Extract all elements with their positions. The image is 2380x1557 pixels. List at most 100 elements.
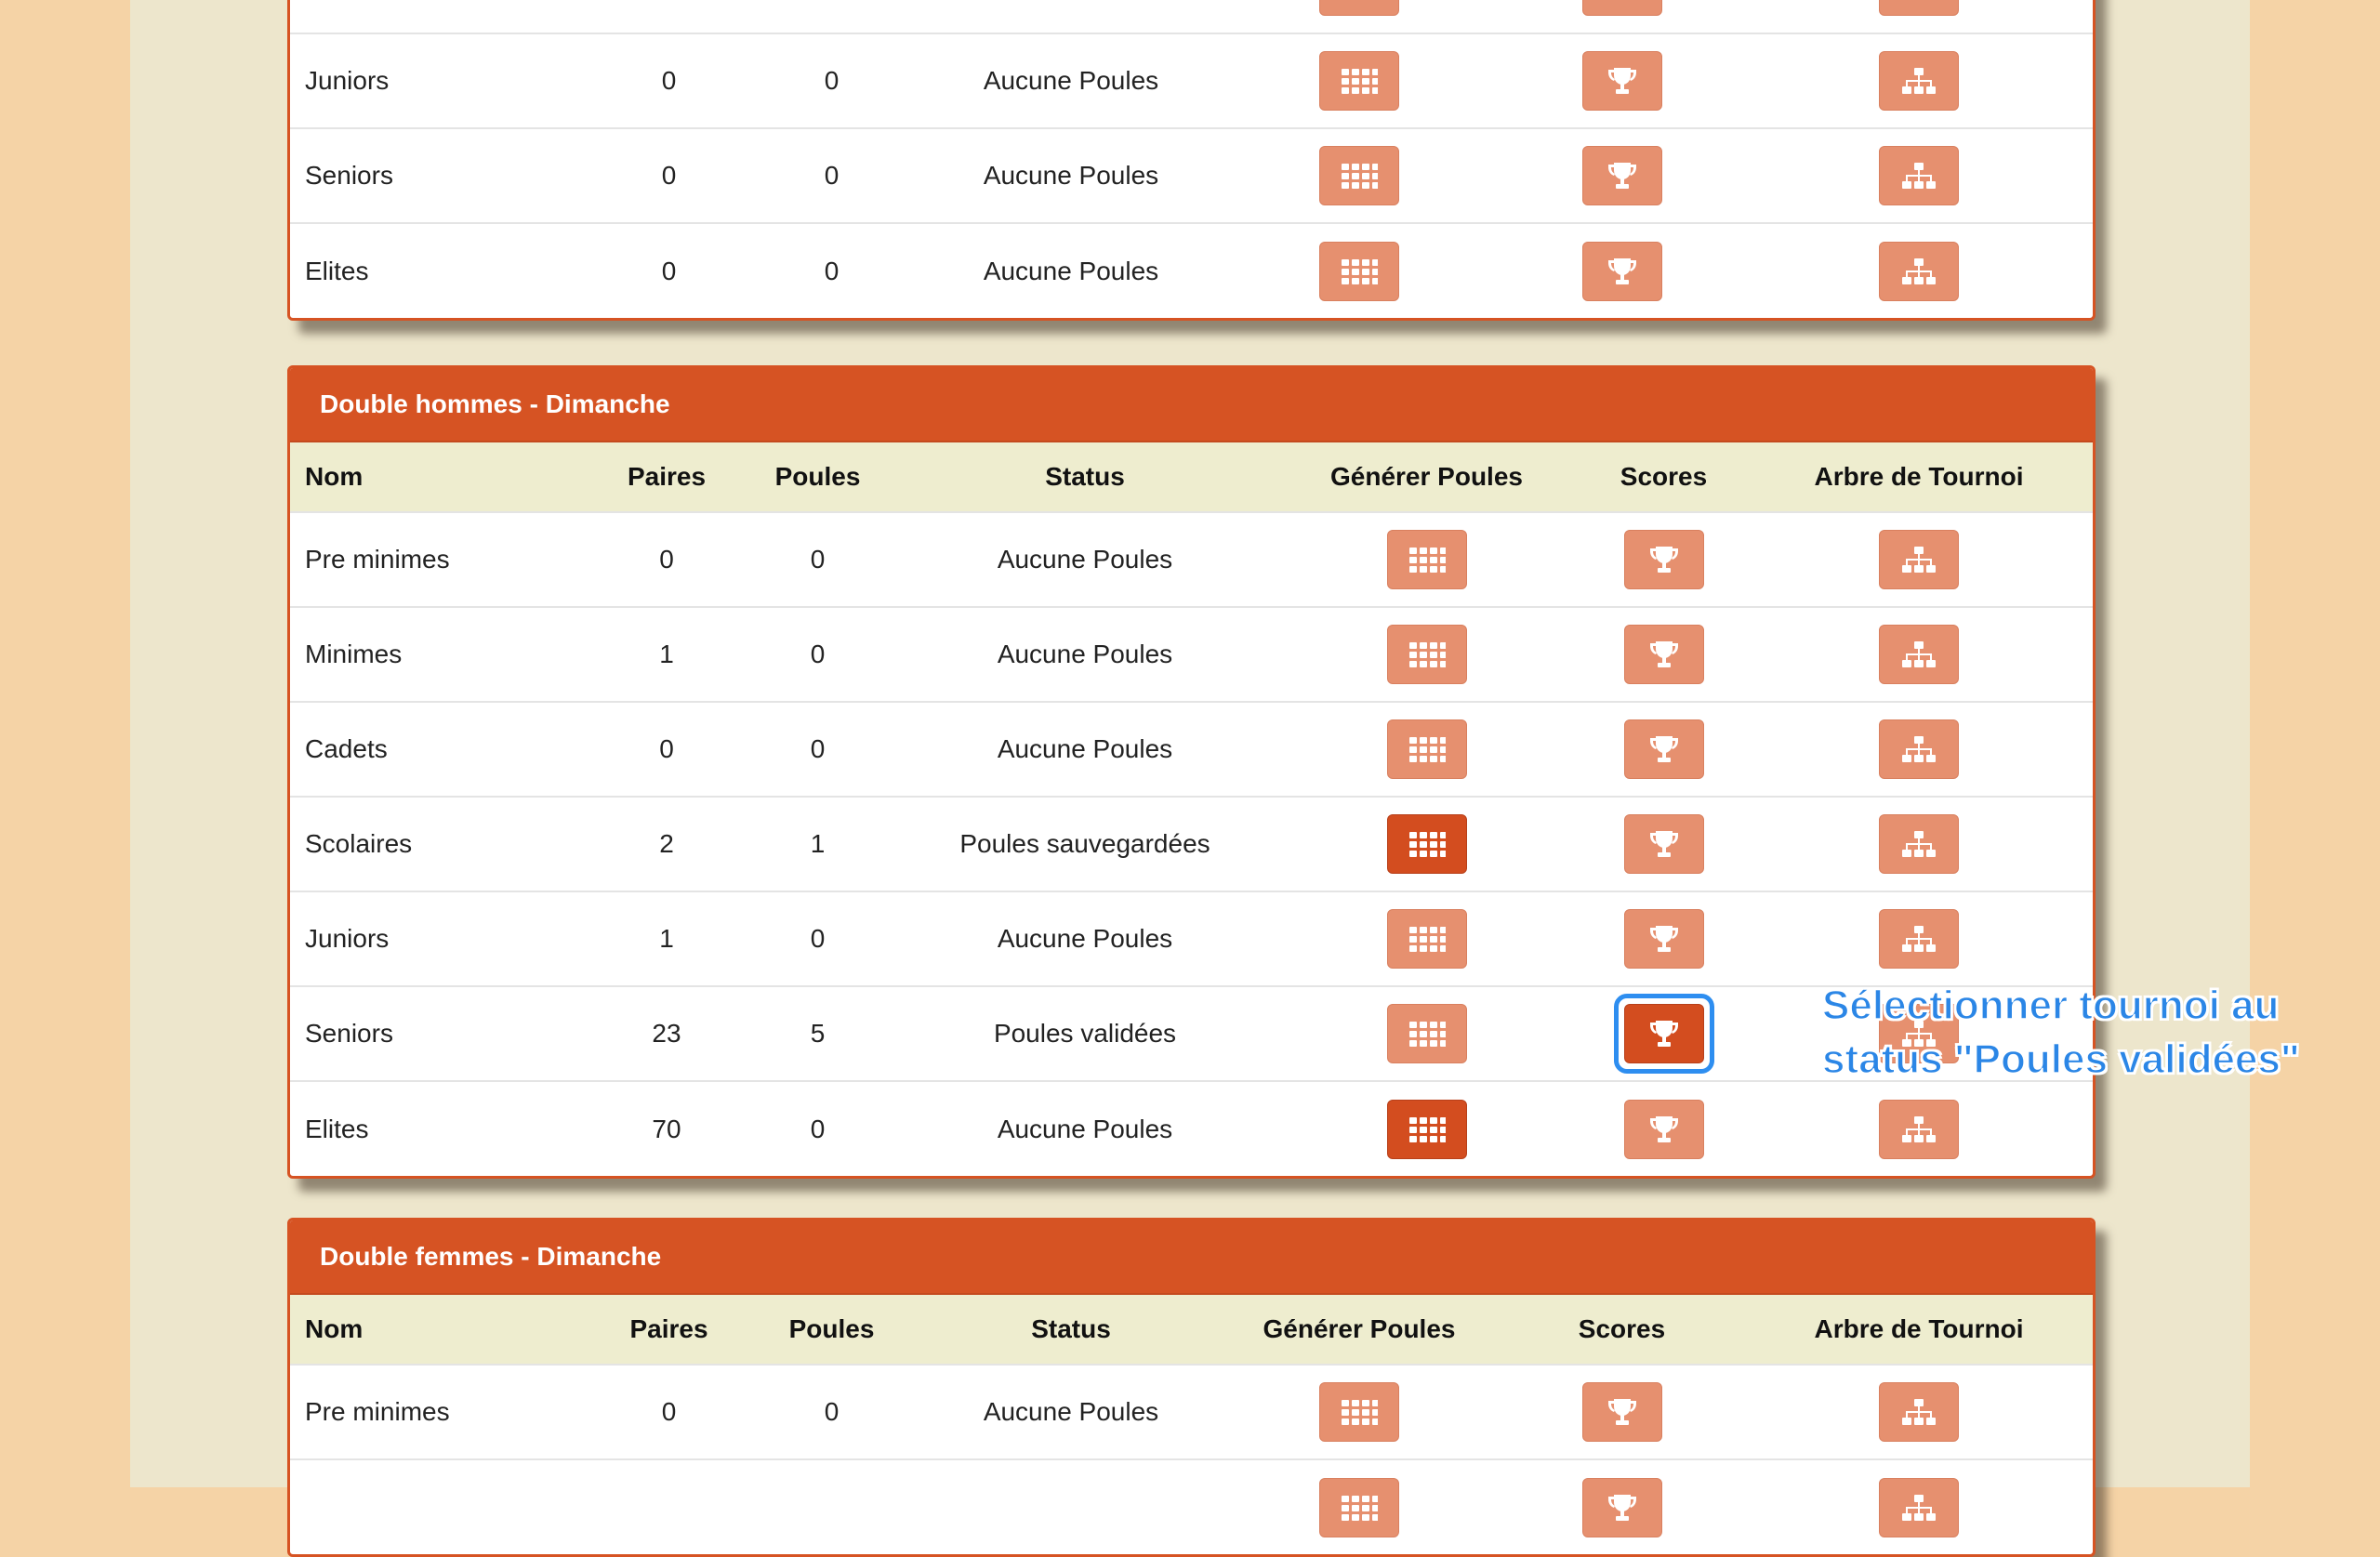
- table-row: Elites 70 0 Aucune Poules: [290, 1081, 2093, 1176]
- scores-button[interactable]: [1581, 146, 1662, 205]
- grid-icon: [1408, 1116, 1446, 1142]
- cell-arbre: [1745, 891, 2093, 986]
- tournament-panel-top: Scolaires00Aucune PoulesJuniors00Aucune …: [287, 0, 2096, 321]
- cell-arbre: [1745, 512, 2093, 607]
- generate-poules-button[interactable]: [1386, 1004, 1467, 1063]
- scores-button[interactable]: [1623, 814, 1704, 874]
- cell-arbre: [1745, 702, 2093, 797]
- table-row: Cadets 0 0 Aucune Poules: [290, 702, 2093, 797]
- tournament-tree-button[interactable]: [1879, 814, 1959, 874]
- cell-poules: 1: [810, 829, 826, 858]
- cell-nom: Juniors: [305, 66, 390, 95]
- scores-button[interactable]: [1623, 625, 1704, 684]
- generate-poules-button[interactable]: [1319, 51, 1399, 111]
- cell-nom: Scolaires: [290, 0, 597, 33]
- scores-button[interactable]: [1623, 530, 1704, 589]
- cell-scores: [1499, 33, 1745, 128]
- cell-arbre: [1745, 1459, 2093, 1554]
- scores-button[interactable]: [1581, 241, 1662, 301]
- col-header-status: Status: [1031, 1314, 1111, 1343]
- cell-arbre: [1745, 607, 2093, 702]
- generate-poules-button[interactable]: [1386, 625, 1467, 684]
- sitemap-icon: [1901, 735, 1937, 763]
- tournament-tree-button[interactable]: [1879, 1477, 1959, 1537]
- scores-button[interactable]: [1581, 1382, 1662, 1442]
- cell-nom: Juniors: [305, 924, 390, 953]
- trophy-icon: [1606, 161, 1638, 191]
- table-row: Minimes 1 0 Aucune Poules: [290, 607, 2093, 702]
- cell-generer: [1220, 128, 1499, 223]
- grid-icon: [1341, 68, 1378, 94]
- cell-status: Aucune Poules: [997, 640, 1173, 668]
- table-row: Scolaires00Aucune Poules: [290, 0, 2093, 33]
- sitemap-icon: [1901, 640, 1937, 668]
- tournament-tree-button[interactable]: [1879, 1099, 1959, 1159]
- cell-poules: 0: [824, 1397, 840, 1426]
- generate-poules-button[interactable]: [1319, 0, 1399, 16]
- cell-scores: [1499, 1365, 1745, 1459]
- tournament-table: Scolaires00Aucune PoulesJuniors00Aucune …: [290, 0, 2093, 318]
- cell-status: Aucune Poules: [983, 256, 1159, 285]
- scores-button[interactable]: [1623, 1099, 1704, 1159]
- scores-button[interactable]: [1581, 1477, 1662, 1537]
- grid-icon: [1408, 1021, 1446, 1047]
- trophy-icon: [1606, 0, 1638, 1]
- scores-button[interactable]: [1623, 909, 1704, 969]
- generate-poules-button[interactable]: [1319, 1382, 1399, 1442]
- cell-paires: 0: [661, 1397, 677, 1426]
- cell-status: Aucune Poules: [922, 0, 1220, 33]
- trophy-icon: [1648, 829, 1680, 859]
- panel-title: Double hommes - Dimanche: [290, 368, 2093, 442]
- col-header-scores: Scores: [1620, 462, 1708, 491]
- cell-status: Poules validées: [993, 1019, 1177, 1048]
- generate-poules-button[interactable]: [1386, 909, 1467, 969]
- highlight-ring: [1613, 994, 1714, 1074]
- tournament-tree-button[interactable]: [1879, 530, 1959, 589]
- cell-generer: [1220, 0, 1499, 33]
- scores-button[interactable]: [1623, 719, 1704, 779]
- cell-poules: 0: [810, 734, 826, 763]
- tournament-tree-button[interactable]: [1879, 0, 1959, 16]
- tournament-tree-button[interactable]: [1879, 719, 1959, 779]
- cell-status: Aucune Poules: [983, 1397, 1159, 1426]
- trophy-icon: [1648, 734, 1680, 764]
- cell-poules: 0: [810, 545, 826, 574]
- generate-poules-button[interactable]: [1386, 814, 1467, 874]
- trophy-icon: [1648, 1115, 1680, 1144]
- sitemap-icon: [1901, 830, 1937, 858]
- scores-button[interactable]: [1581, 0, 1662, 16]
- col-header-nom: Nom: [305, 1314, 364, 1343]
- annotation-callout: Sélectionner tournoi au status "Poules v…: [1821, 979, 2380, 1087]
- cell-arbre: [1745, 797, 2093, 891]
- scores-button[interactable]: [1623, 1004, 1704, 1063]
- cell-poules: [741, 1459, 922, 1554]
- generate-poules-button[interactable]: [1319, 146, 1399, 205]
- tournament-tree-button[interactable]: [1879, 909, 1959, 969]
- generate-poules-button[interactable]: [1386, 530, 1467, 589]
- tournament-tree-button[interactable]: [1879, 146, 1959, 205]
- tournament-tree-button[interactable]: [1879, 241, 1959, 301]
- col-header-scores: Scores: [1578, 1314, 1666, 1343]
- grid-icon: [1408, 547, 1446, 573]
- tournament-tree-button[interactable]: [1879, 1382, 1959, 1442]
- generate-poules-button[interactable]: [1386, 1099, 1467, 1159]
- cell-nom: Scolaires: [305, 829, 413, 858]
- generate-poules-button[interactable]: [1319, 241, 1399, 301]
- cell-generer: [1271, 797, 1582, 891]
- sitemap-icon: [1901, 257, 1937, 285]
- col-header-generer-poules: Générer Poules: [1263, 1314, 1456, 1343]
- cell-status: Aucune Poules: [997, 924, 1173, 953]
- cell-generer: [1220, 1365, 1499, 1459]
- trophy-icon: [1648, 640, 1680, 669]
- generate-poules-button[interactable]: [1386, 719, 1467, 779]
- table-row: [290, 1459, 2093, 1554]
- tournament-tree-button[interactable]: [1879, 625, 1959, 684]
- cell-nom: [290, 1459, 597, 1554]
- scores-button[interactable]: [1581, 51, 1662, 111]
- grid-icon: [1408, 926, 1446, 952]
- cell-paires: 0: [661, 161, 677, 190]
- generate-poules-button[interactable]: [1319, 1477, 1399, 1537]
- cell-nom: Seniors: [305, 1019, 393, 1048]
- col-header-paires: Paires: [629, 1314, 708, 1343]
- tournament-tree-button[interactable]: [1879, 51, 1959, 111]
